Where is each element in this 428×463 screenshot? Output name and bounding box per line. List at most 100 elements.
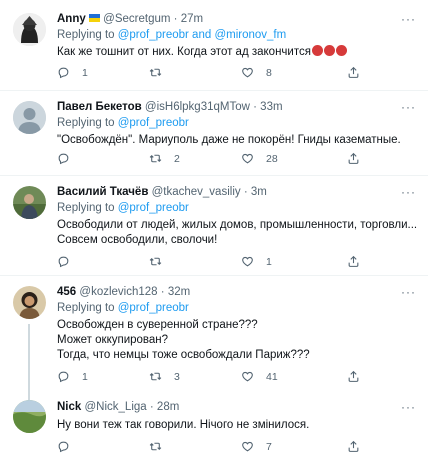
more-options-icon[interactable]: ··· [401,12,416,26]
reply-button[interactable]: 1 [57,370,88,383]
avatar[interactable] [13,13,46,46]
heart-icon [242,67,253,78]
more-options-icon[interactable]: ··· [401,100,416,114]
separator-dot: · [173,13,178,25]
retweet-count: 2 [174,152,180,165]
tweet-time[interactable]: 33m [260,101,282,113]
like-button[interactable]: 7 [241,440,272,453]
author-handle[interactable]: @Nick_Liga [85,401,147,413]
separator-dot: · [243,186,248,198]
tweet[interactable]: Anny @Secretgum · 27m Replying to @prof_… [0,0,428,90]
reply-icon [58,67,69,79]
tweet-header: Павел Бекетов @isH6lpkg31qMTow · 33m [57,100,414,114]
tweet-time[interactable]: 27m [181,13,203,25]
reply-icon [58,153,69,165]
tweet-actions: 1 3 41 [57,370,360,386]
retweet-count: 3 [174,370,180,383]
tweet[interactable]: Nick @Nick_Liga · 28m Ну вони теж так го… [0,390,428,463]
tweet-actions: 2 28 [57,152,360,168]
like-button[interactable]: 1 [241,255,272,268]
heart-icon [242,441,253,452]
tweet-actions: 1 [57,255,360,271]
reply-mention-link[interactable]: @prof_preobr [118,117,189,129]
heart-icon [242,371,253,382]
like-count: 41 [266,370,278,383]
tweet-feed: Anny @Secretgum · 27m Replying to @prof_… [0,0,428,463]
reply-icon [58,441,69,453]
replying-to: Replying to @prof_preobr [57,117,189,129]
reply-icon [58,256,69,268]
like-count: 7 [266,440,272,453]
share-button[interactable] [347,66,360,79]
reply-button[interactable] [57,255,82,268]
replying-to: Replying to @prof_preobr [57,202,189,214]
author-name[interactable]: Павел Бекетов [57,101,142,113]
author-handle[interactable]: @Secretgum [103,13,170,25]
tweet-time[interactable]: 32m [168,286,190,298]
share-icon [348,440,359,452]
reply-mention-link[interactable]: @prof_preobr [118,302,189,314]
replying-to: Replying to @prof_preobr and @mironov_fm [57,29,287,41]
like-button[interactable]: 41 [241,370,278,383]
reply-button[interactable] [57,440,82,453]
replying-to: Replying to @prof_preobr [57,302,189,314]
author-handle[interactable]: @isH6lpkg31qMTow [145,101,250,113]
author-handle[interactable]: @kozlevich128 [79,286,157,298]
tweet-text: Освободили от людей, жилых домов, промыш… [57,219,418,246]
angry-face-icon [335,45,347,56]
tweet-header: 456 @kozlevich128 · 32m [57,285,414,299]
author-handle[interactable]: @tkachev_vasiliy [152,186,241,198]
tweet-text: "Освобождён". Мариуполь даже не покорён!… [57,134,401,146]
author-name[interactable]: 456 [57,286,76,298]
retweet-button[interactable]: 2 [149,152,180,165]
retweet-icon [149,442,162,451]
retweet-icon [149,372,162,381]
avatar[interactable] [13,101,46,134]
ukraine-flag-icon [88,14,100,22]
like-button[interactable]: 28 [241,152,278,165]
tweet[interactable]: Павел Бекетов @isH6lpkg31qMTow · 33m Rep… [0,91,428,175]
retweet-button[interactable] [149,440,174,453]
avatar[interactable] [13,400,46,433]
share-button[interactable] [347,440,360,453]
share-button[interactable] [347,255,360,268]
angry-face-icon [323,45,335,56]
author-name[interactable]: Василий Ткачёв [57,186,148,198]
share-icon [348,370,359,382]
tweet-time[interactable]: 28m [157,401,179,413]
retweet-button[interactable] [149,255,174,268]
reply-button[interactable]: 1 [57,66,88,79]
tweet-actions: 1 8 [57,66,360,82]
like-button[interactable]: 8 [241,66,272,79]
tweet-text: Освобожден в суверенной стране??? Может … [57,319,310,361]
tweet-time[interactable]: 3m [251,186,267,198]
reply-count: 1 [82,370,88,383]
retweet-button[interactable]: 3 [149,370,180,383]
avatar[interactable] [13,186,46,219]
avatar[interactable] [13,286,46,319]
reply-mention-link[interactable]: @prof_preobr [118,202,189,214]
more-options-icon[interactable]: ··· [401,185,416,199]
tweet-header: Anny @Secretgum · 27m [57,12,414,26]
separator-dot: · [149,401,154,413]
tweet-text: Как же тошнит от них. Когда этот ад зако… [57,45,414,60]
heart-icon [242,256,253,267]
tweet[interactable]: Василий Ткачёв @tkachev_vasiliy · 3m Rep… [0,176,428,275]
tweet-header: Василий Ткачёв @tkachev_vasiliy · 3m [57,185,414,199]
retweet-button[interactable] [149,66,174,79]
retweet-icon [149,68,162,77]
share-icon [348,66,359,78]
tweet[interactable]: 456 @kozlevich128 · 32m Replying to @pro… [0,276,428,400]
like-count: 1 [266,255,272,268]
share-button[interactable] [347,370,360,383]
like-count: 28 [266,152,278,165]
more-options-icon[interactable]: ··· [401,400,416,414]
more-options-icon[interactable]: ··· [401,285,416,299]
reply-button[interactable] [57,152,82,165]
reply-icon [58,371,69,383]
reply-mention-link[interactable]: @prof_preobr and @mironov_fm [118,29,286,41]
author-name[interactable]: Nick [57,401,81,413]
retweet-icon [149,154,162,163]
author-name[interactable]: Anny [57,13,86,25]
share-button[interactable] [347,152,360,165]
